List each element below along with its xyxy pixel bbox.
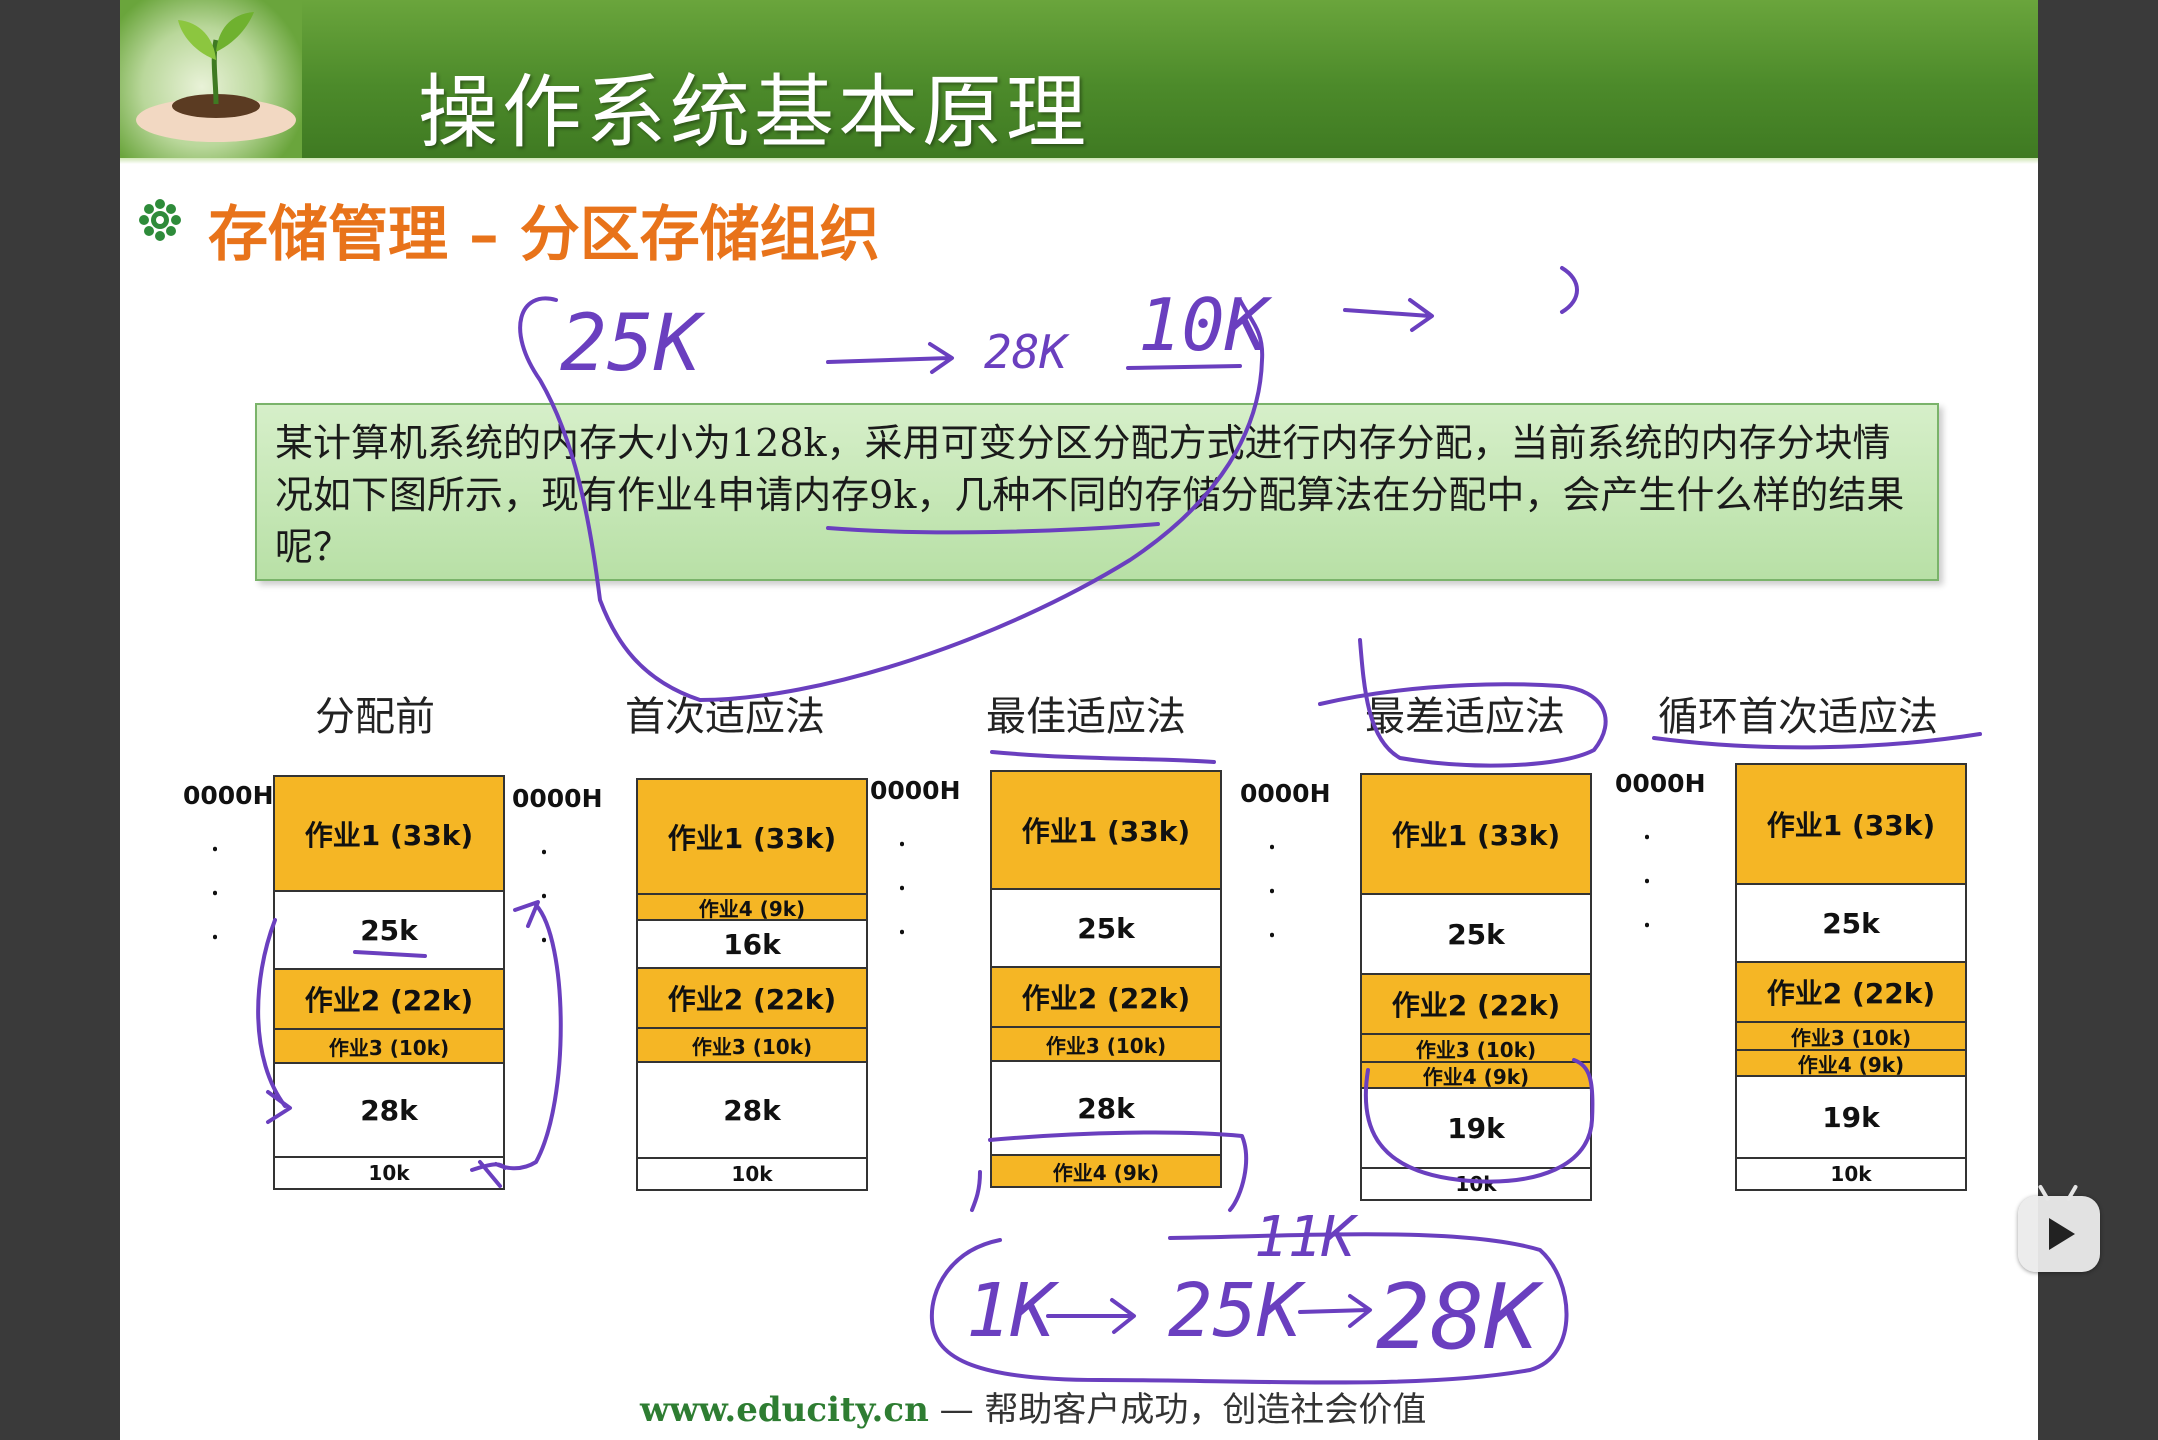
job-block: 作业3 (10k): [275, 1030, 503, 1064]
free-block: 28k: [992, 1062, 1220, 1156]
memory-map: 作业1 (33k) 25k 作业2 (22k) 作业3 (10k) 28k 作业4 (9k…: [990, 770, 1222, 1188]
job-block: 作业4 (9k): [992, 1156, 1220, 1186]
start-address-label: 0000H: [870, 776, 961, 805]
section-subtitle: 存储管理 – 分区存储组织: [208, 200, 880, 270]
free-block: 25k: [275, 892, 503, 970]
job-block: 作业4 (9k): [1362, 1063, 1590, 1089]
start-address-label: 0000H: [183, 781, 274, 810]
footer: www.educity.cn — 帮助客户成功，创造社会价值: [640, 1382, 1426, 1431]
memory-map: 作业1 (33k) 作业4 (9k) 16k 作业2 (22k) 作业3 (10k) 28…: [636, 778, 868, 1191]
free-block: 19k: [1362, 1089, 1590, 1169]
column-title: 最佳适应法: [986, 694, 1186, 740]
free-block: 10k: [275, 1158, 503, 1188]
question-text: 某计算机系统的内存大小为128k，采用可变分区分配方式进行内存分配，当前系统的内…: [275, 421, 1905, 569]
job-block: 作业1 (33k): [275, 777, 503, 892]
job-block: 作业1 (33k): [1362, 775, 1590, 895]
footer-url: www.educity.cn: [640, 1390, 929, 1430]
job-block: 作业1 (33k): [992, 772, 1220, 890]
job-block: 作业2 (22k): [638, 969, 866, 1029]
memory-map: 作业1 (33k) 25k 作业2 (22k) 作业3 (10k) 作业4 (9k) 19…: [1360, 773, 1592, 1201]
free-block: 16k: [638, 921, 866, 969]
job-block: 作业4 (9k): [638, 895, 866, 921]
column-title: 循环首次适应法: [1658, 694, 1938, 740]
job-block: 作业4 (9k): [1737, 1051, 1965, 1077]
free-block: 25k: [1737, 885, 1965, 963]
job-block: 作业3 (10k): [638, 1029, 866, 1063]
start-address-label: 0000H: [512, 784, 603, 813]
memory-map: 作业1 (33k) 25k 作业2 (22k) 作业3 (10k) 作业4 (9k) 19…: [1735, 763, 1967, 1191]
start-address-label: 0000H: [1240, 779, 1331, 808]
question-box: 某计算机系统的内存大小为128k，采用可变分区分配方式进行内存分配，当前系统的内…: [255, 403, 1939, 581]
column-title: 最差适应法: [1365, 694, 1565, 740]
address-ellipsis: [900, 822, 904, 962]
seedling-logo-icon: [120, 0, 302, 158]
job-block: 作业2 (22k): [992, 968, 1220, 1028]
free-block: 10k: [1362, 1169, 1590, 1199]
footer-slogan: 帮助客户成功，创造社会价值: [984, 1390, 1427, 1430]
job-block: 作业2 (22k): [1737, 963, 1965, 1023]
address-ellipsis: [542, 830, 546, 970]
play-button[interactable]: [2018, 1196, 2100, 1272]
job-block: 作业3 (10k): [992, 1028, 1220, 1062]
free-block: 10k: [638, 1159, 866, 1189]
free-block: 28k: [638, 1063, 866, 1159]
column-title: 首次适应法: [625, 694, 825, 740]
free-block: 28k: [275, 1064, 503, 1158]
job-block: 作业3 (10k): [1362, 1035, 1590, 1063]
footer-separator: —: [928, 1390, 985, 1430]
column-title: 分配前: [315, 694, 435, 740]
free-block: 25k: [1362, 895, 1590, 975]
job-block: 作业1 (33k): [638, 780, 866, 895]
job-block: 作业1 (33k): [1737, 765, 1965, 885]
start-address-label: 0000H: [1615, 769, 1706, 798]
address-ellipsis: [213, 827, 217, 967]
slide: 操作系统基本原理 存储管理 – 分区存储组织 某计算机系统的内存大小为128k，…: [120, 0, 2038, 1440]
job-block: 作业2 (22k): [1362, 975, 1590, 1035]
free-block: 19k: [1737, 1077, 1965, 1159]
job-block: 作业2 (22k): [275, 970, 503, 1030]
memory-map: 作业1 (33k) 25k 作业2 (22k) 作业3 (10k) 28k 10k: [273, 775, 505, 1190]
play-icon: [2049, 1218, 2075, 1250]
flower-bullet-icon: [139, 199, 181, 241]
address-ellipsis: [1645, 815, 1649, 955]
address-ellipsis: [1270, 825, 1274, 965]
job-block: 作业3 (10k): [1737, 1023, 1965, 1051]
slide-title: 操作系统基本原理: [418, 66, 1090, 159]
free-block: 25k: [992, 890, 1220, 968]
free-block: 10k: [1737, 1159, 1965, 1189]
